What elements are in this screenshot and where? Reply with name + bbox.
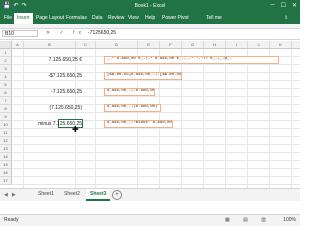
- sheet-nav-arrows[interactable]: ◀▶: [4, 192, 20, 198]
- tab-formulas[interactable]: Formulas: [66, 15, 87, 21]
- row-header[interactable]: 14: [0, 153, 12, 161]
- row-header[interactable]: 12: [0, 137, 12, 145]
- row-header[interactable]: 16: [0, 169, 12, 177]
- tab-data[interactable]: Data: [92, 15, 103, 21]
- row-header[interactable]: 15: [0, 161, 12, 169]
- tab-view[interactable]: View: [128, 15, 139, 21]
- row-header[interactable]: 7: [0, 97, 12, 105]
- column-header[interactable]: K: [270, 41, 292, 49]
- tab-tell-me[interactable]: Tell me: [206, 15, 222, 21]
- gridline-horizontal: [12, 168, 300, 169]
- column-header[interactable]: D: [96, 41, 138, 49]
- row-header[interactable]: 11: [0, 129, 12, 137]
- share-icon[interactable]: ⇪: [284, 15, 288, 21]
- row-header[interactable]: 5: [0, 81, 12, 89]
- cell-b8[interactable]: (7.125.650,25): [12, 105, 82, 111]
- gridline-horizontal: [12, 184, 300, 185]
- gridline-horizontal: [12, 152, 300, 153]
- row-header[interactable]: 10: [0, 121, 12, 129]
- gridline-horizontal: [12, 64, 300, 65]
- row-header[interactable]: 17: [0, 177, 12, 185]
- gridline-horizontal: [12, 80, 300, 81]
- close-button[interactable]: ✕: [292, 2, 297, 9]
- row-header[interactable]: 8: [0, 105, 12, 113]
- view-mode-icons[interactable]: ▦ ▤ ▥: [225, 217, 272, 223]
- column-header[interactable]: C: [76, 41, 96, 49]
- window-title: Book1 - Excel: [134, 3, 166, 9]
- cell-b6[interactable]: -7.125.650,25: [12, 89, 82, 95]
- column-header[interactable]: J: [248, 41, 270, 49]
- format-d10[interactable]: #.##0,00_-;"minus" #.##0,00: [104, 120, 173, 128]
- name-box[interactable]: B10: [2, 30, 38, 37]
- sheet-tab-bar: ◀▶ Sheet1 Sheet2 Sheet3 +: [0, 188, 300, 201]
- gridline-horizontal: [12, 160, 300, 161]
- title-bar: 💾 ↶ ↷ Book1 - Excel ─ ☐ ✕: [0, 0, 300, 12]
- add-sheet-button[interactable]: +: [112, 190, 122, 200]
- ribbon-tabs: File Insert Page Layout Formulas Data Re…: [0, 12, 300, 25]
- column-header[interactable]: F: [160, 41, 182, 49]
- gridline-horizontal: [12, 144, 300, 145]
- maximize-button[interactable]: ☐: [281, 2, 286, 9]
- format-d4[interactable]: [$$-en-US]#.##0,00_-;-[$$-en-US]#.##0,00: [104, 72, 182, 80]
- row-header[interactable]: 1: [0, 49, 12, 57]
- gridline-horizontal: [12, 112, 300, 113]
- tab-help[interactable]: Help: [145, 15, 155, 21]
- tab-power-pivot[interactable]: Power Pivot: [162, 15, 189, 21]
- format-d6[interactable]: #.##0,00_-;-#.##0,00: [104, 88, 155, 96]
- tab-review[interactable]: Review: [108, 15, 124, 21]
- formula-bar: B10 ✕ ✓ fx -7125650,25: [0, 29, 300, 40]
- minimize-button[interactable]: ─: [270, 2, 274, 9]
- tab-file[interactable]: File: [4, 15, 12, 21]
- window-controls: ─ ☐ ✕: [270, 2, 297, 9]
- sheet-tab-sheet1[interactable]: Sheet1: [34, 189, 58, 199]
- format-d8[interactable]: #.##0,00_-;(#.##0,00): [104, 104, 161, 112]
- gridline-horizontal: [12, 128, 300, 129]
- column-header[interactable]: L: [292, 41, 300, 49]
- gridline-horizontal: [12, 136, 300, 137]
- gridline-horizontal: [12, 176, 300, 177]
- status-bar: Ready ▦ ▤ ▥ 100%: [0, 214, 300, 226]
- format-d2[interactable]: _-* #.##0,00 €_-;-* #.##0,00 €_-;_-* "-"…: [104, 56, 279, 64]
- row-header[interactable]: 9: [0, 113, 12, 121]
- mouse-cursor-icon: ✚: [72, 125, 79, 134]
- column-header[interactable]: G: [182, 41, 204, 49]
- formula-bar-icons[interactable]: ✕ ✓ fx: [46, 30, 85, 36]
- cell-b2[interactable]: 7.125.650,25 €: [12, 57, 82, 63]
- column-header[interactable]: H: [204, 41, 226, 49]
- column-header[interactable]: B: [24, 41, 76, 49]
- sheet-tab-sheet2[interactable]: Sheet2: [60, 189, 84, 199]
- zoom-level[interactable]: 100%: [283, 217, 296, 223]
- column-header[interactable]: I: [226, 41, 248, 49]
- status-ready: Ready: [4, 217, 19, 223]
- formula-input[interactable]: -7125650,25: [88, 30, 116, 37]
- worksheet-grid[interactable]: ABCDEFGHIJKL 1234567891011121314151617 7…: [0, 41, 300, 188]
- tab-page-layout[interactable]: Page Layout: [36, 15, 64, 21]
- column-header[interactable]: A: [12, 41, 24, 49]
- row-header[interactable]: 6: [0, 89, 12, 97]
- row-header[interactable]: 2: [0, 57, 12, 65]
- cell-b4[interactable]: -$7.125.650,25: [12, 73, 82, 79]
- gridline-horizontal: [12, 96, 300, 97]
- row-header[interactable]: 3: [0, 65, 12, 73]
- column-header[interactable]: E: [138, 41, 160, 49]
- row-header[interactable]: 4: [0, 73, 12, 81]
- row-header[interactable]: 13: [0, 145, 12, 153]
- select-all-corner[interactable]: [0, 41, 12, 49]
- sheet-tab-sheet3[interactable]: Sheet3: [86, 189, 111, 201]
